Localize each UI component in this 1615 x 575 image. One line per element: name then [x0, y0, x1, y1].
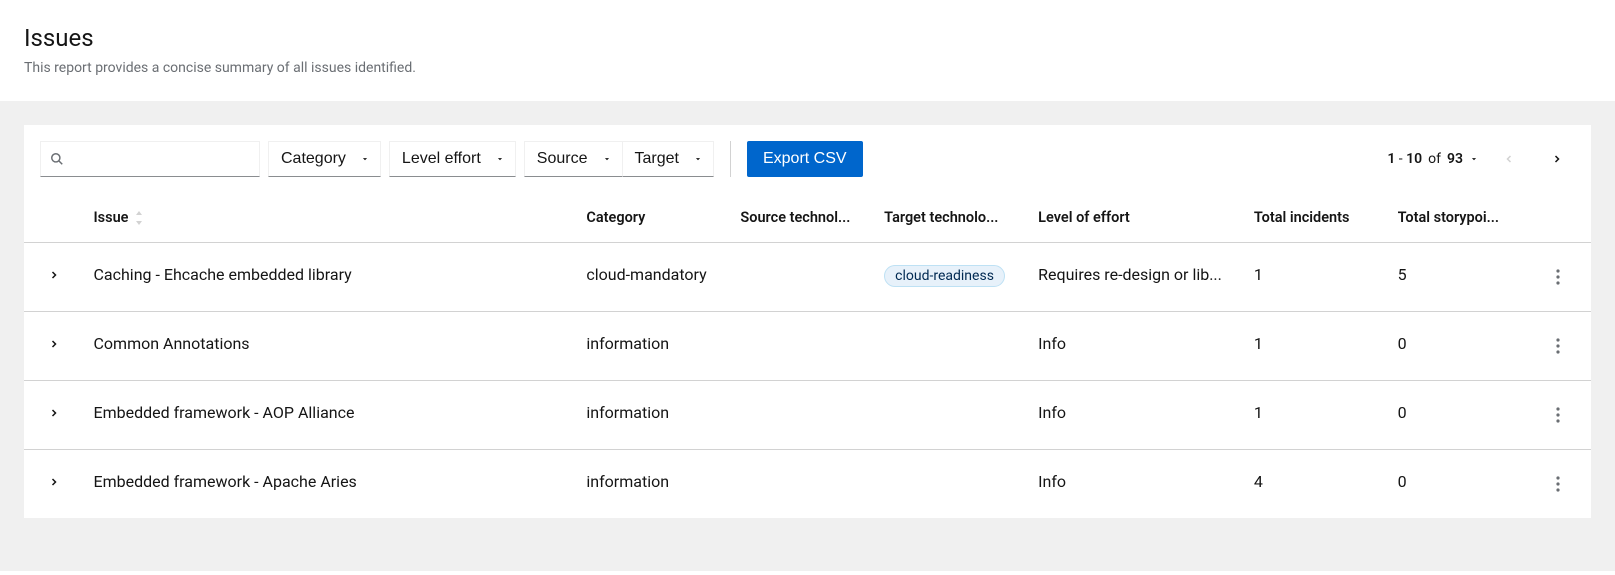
cell-source [728, 312, 872, 381]
cell-effort: Info [1026, 381, 1242, 450]
cell-effort: Info [1026, 450, 1242, 519]
caret-down-icon [602, 154, 612, 164]
target-badge: cloud-readiness [884, 265, 1005, 287]
search-input[interactable] [40, 141, 260, 177]
cell-source [728, 243, 872, 312]
row-actions-button[interactable] [1552, 265, 1564, 289]
cell-incidents: 1 [1242, 312, 1386, 381]
cell-effort: Requires re-design or lib... [1026, 243, 1242, 312]
cell-target [872, 381, 1026, 450]
toolbar-separator [730, 141, 731, 177]
level-effort-filter-label: Level effort [402, 150, 481, 168]
issues-table: Issue Category Source technol... Target … [24, 193, 1591, 518]
cell-category: information [574, 450, 728, 519]
cell-issue: Embedded framework - Apache Aries [82, 450, 575, 519]
cell-storypoints: 5 [1386, 243, 1540, 312]
table-row: Embedded framework - Apache Ariesinforma… [24, 450, 1591, 519]
column-incidents: Total incidents [1242, 193, 1386, 243]
cell-incidents: 1 [1242, 381, 1386, 450]
cell-target [872, 450, 1026, 519]
cell-storypoints: 0 [1386, 450, 1540, 519]
caret-down-icon [693, 154, 703, 164]
cell-category: information [574, 381, 728, 450]
cell-source [728, 381, 872, 450]
export-csv-button[interactable]: Export CSV [747, 141, 863, 177]
column-target: Target technolo... [872, 193, 1026, 243]
chevron-right-icon [48, 407, 60, 419]
cell-target [872, 312, 1026, 381]
column-expand [24, 193, 82, 243]
chevron-right-icon [48, 476, 60, 488]
column-issue[interactable]: Issue [82, 193, 575, 243]
source-filter[interactable]: Source [524, 141, 622, 177]
column-effort: Level of effort [1026, 193, 1242, 243]
cell-issue: Embedded framework - AOP Alliance [82, 381, 575, 450]
page-title: Issues [24, 24, 1591, 52]
page-range-end: 10 [1406, 151, 1422, 167]
level-effort-filter[interactable]: Level effort [389, 141, 516, 177]
expand-row-button[interactable] [44, 265, 64, 285]
cell-incidents: 1 [1242, 243, 1386, 312]
row-actions-button[interactable] [1552, 334, 1564, 358]
kebab-icon [1556, 269, 1560, 285]
kebab-icon [1556, 407, 1560, 423]
table-row: Embedded framework - AOP Allianceinforma… [24, 381, 1591, 450]
column-issue-label: Issue [94, 209, 129, 226]
target-filter-label: Target [635, 150, 679, 168]
category-filter[interactable]: Category [268, 141, 381, 177]
page-range-dropdown[interactable]: 1 - 10 of 93 [1387, 151, 1479, 167]
expand-row-button[interactable] [44, 472, 64, 492]
chevron-right-icon [48, 269, 60, 281]
toolbar: Category Level effort Source [24, 125, 1591, 193]
next-page-button[interactable] [1539, 141, 1575, 177]
page-range-start: 1 [1387, 151, 1395, 167]
table-row: Common Annotationsinformation Info10 [24, 312, 1591, 381]
cell-storypoints: 0 [1386, 381, 1540, 450]
page-description: This report provides a concise summary o… [24, 60, 1591, 76]
target-filter[interactable]: Target [622, 141, 714, 177]
chevron-right-icon [48, 338, 60, 350]
cell-source [728, 450, 872, 519]
prev-page-button[interactable] [1491, 141, 1527, 177]
cell-incidents: 4 [1242, 450, 1386, 519]
page-of-word: of [1428, 151, 1441, 167]
kebab-icon [1556, 476, 1560, 492]
column-actions [1540, 193, 1591, 243]
expand-row-button[interactable] [44, 334, 64, 354]
cell-issue: Caching - Ehcache embedded library [82, 243, 575, 312]
column-source: Source technol... [728, 193, 872, 243]
table-row: Caching - Ehcache embedded librarycloud-… [24, 243, 1591, 312]
cell-issue: Common Annotations [82, 312, 575, 381]
page-total: 93 [1447, 151, 1463, 167]
category-filter-label: Category [281, 150, 346, 168]
kebab-icon [1556, 338, 1560, 354]
issues-card: Category Level effort Source [24, 125, 1591, 518]
caret-down-icon [495, 154, 505, 164]
sort-icon [134, 211, 144, 225]
source-filter-label: Source [537, 150, 588, 168]
cell-effort: Info [1026, 312, 1242, 381]
row-actions-button[interactable] [1552, 472, 1564, 496]
expand-row-button[interactable] [44, 403, 64, 423]
column-storypoints: Total storypoi... [1386, 193, 1540, 243]
column-category: Category [574, 193, 728, 243]
cell-target: cloud-readiness [872, 243, 1026, 312]
caret-down-icon [360, 154, 370, 164]
chevron-right-icon [1551, 153, 1563, 165]
cell-category: information [574, 312, 728, 381]
row-actions-button[interactable] [1552, 403, 1564, 427]
cell-storypoints: 0 [1386, 312, 1540, 381]
chevron-left-icon [1503, 153, 1515, 165]
search-icon [50, 152, 64, 166]
caret-down-icon [1469, 154, 1479, 164]
pagination: 1 - 10 of 93 [1387, 141, 1575, 177]
cell-category: cloud-mandatory [574, 243, 728, 312]
